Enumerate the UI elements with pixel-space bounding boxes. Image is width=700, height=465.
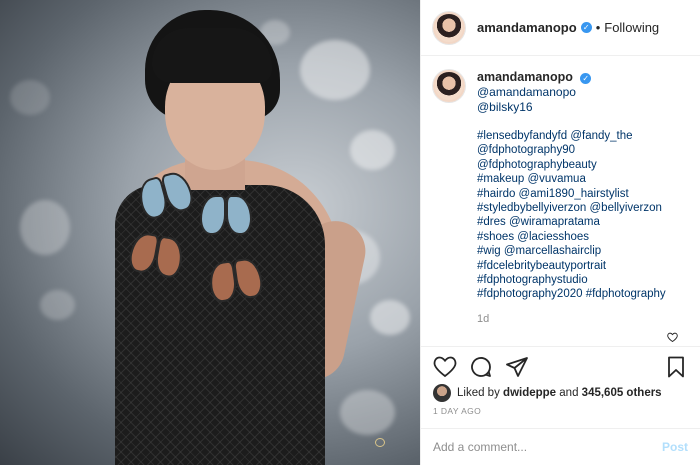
post-timestamp[interactable]: 1 DAY AGO xyxy=(433,406,481,416)
bookmark-icon[interactable] xyxy=(664,355,688,379)
comment-like-heart-icon[interactable] xyxy=(667,332,678,342)
liker-username[interactable]: dwideppe xyxy=(503,387,556,399)
butterfly-ornament xyxy=(207,256,265,308)
likes-count[interactable]: 345,605 others xyxy=(582,387,662,399)
caption-body: amandamanopo ✓ @amandamanopo @bilsky16 #… xyxy=(477,70,688,327)
caption-line[interactable]: #fdcelebritybeautyportrait xyxy=(477,259,688,273)
caption-line[interactable]: #fdphotography2020 #fdphotography xyxy=(477,287,688,301)
caption-tags: #lensedbyfandyfd @fandy_the @fdphotograp… xyxy=(477,129,688,302)
post-sidebar: amandamanopo ✓ • Following amandamanopo … xyxy=(420,0,700,465)
caption-line[interactable]: #shoes @laciesshoes xyxy=(477,230,688,244)
share-icon[interactable] xyxy=(505,355,529,379)
butterfly-ornament xyxy=(127,230,186,283)
liked-by-prefix: Liked by xyxy=(457,387,500,399)
comment-form: Post xyxy=(421,428,700,465)
header-username[interactable]: amandamanopo xyxy=(477,20,577,35)
caption-line[interactable]: #styledbybellyiverzon @bellyiverzon xyxy=(477,201,688,215)
caption-line[interactable]: #fdphotographystudio xyxy=(477,273,688,287)
bokeh-light xyxy=(10,80,50,115)
instagram-post: amandamanopo ✓ • Following amandamanopo … xyxy=(0,0,700,465)
caption-username[interactable]: amandamanopo xyxy=(477,70,573,84)
separator-dot: • xyxy=(595,20,601,35)
caption-age: 1d xyxy=(477,312,490,325)
mention-link[interactable]: @amandamanopo xyxy=(477,85,576,99)
model-fringe xyxy=(152,28,272,83)
post-header: amandamanopo ✓ • Following xyxy=(421,0,700,56)
and-text: and xyxy=(559,387,579,399)
butterfly-ornament xyxy=(200,195,252,239)
caption-line[interactable]: #lensedbyfandyfd @fandy_the xyxy=(477,129,688,143)
caption-line[interactable]: #hairdo @ami1890_hairstylist xyxy=(477,187,688,201)
divider xyxy=(421,346,700,347)
comments-section: amandamanopo ✓ @amandamanopo @bilsky16 #… xyxy=(421,56,700,325)
caption-line[interactable]: #makeup @vuvamua xyxy=(477,172,688,186)
caption-line[interactable]: #dres @wiramapratama xyxy=(477,215,688,229)
mention-link[interactable]: @bilsky16 xyxy=(477,100,533,114)
heart-icon[interactable] xyxy=(433,355,457,379)
post-comment-button[interactable]: Post xyxy=(662,440,688,454)
model-figure xyxy=(60,0,380,465)
comment-input[interactable] xyxy=(433,440,662,454)
likes-summary: Liked by dwideppe and 345,605 others xyxy=(433,384,662,402)
liker-avatar[interactable] xyxy=(433,384,451,402)
caption: amandamanopo ✓ @amandamanopo @bilsky16 #… xyxy=(433,70,688,327)
following-button[interactable]: Following xyxy=(604,20,659,35)
verified-badge-icon: ✓ xyxy=(580,22,592,33)
caption-line[interactable]: @fdphotographybeauty xyxy=(477,158,688,172)
comment-icon[interactable] xyxy=(469,355,493,379)
caption-line[interactable]: #wig @marcellashairclip xyxy=(477,244,688,258)
avatar[interactable] xyxy=(433,11,465,44)
post-image[interactable] xyxy=(0,0,420,465)
action-bar xyxy=(433,355,688,379)
caption-line[interactable]: @fdphotography90 xyxy=(477,143,688,157)
verified-badge-icon: ✓ xyxy=(580,73,592,84)
watermark-logo xyxy=(375,438,385,447)
avatar[interactable] xyxy=(433,70,465,102)
